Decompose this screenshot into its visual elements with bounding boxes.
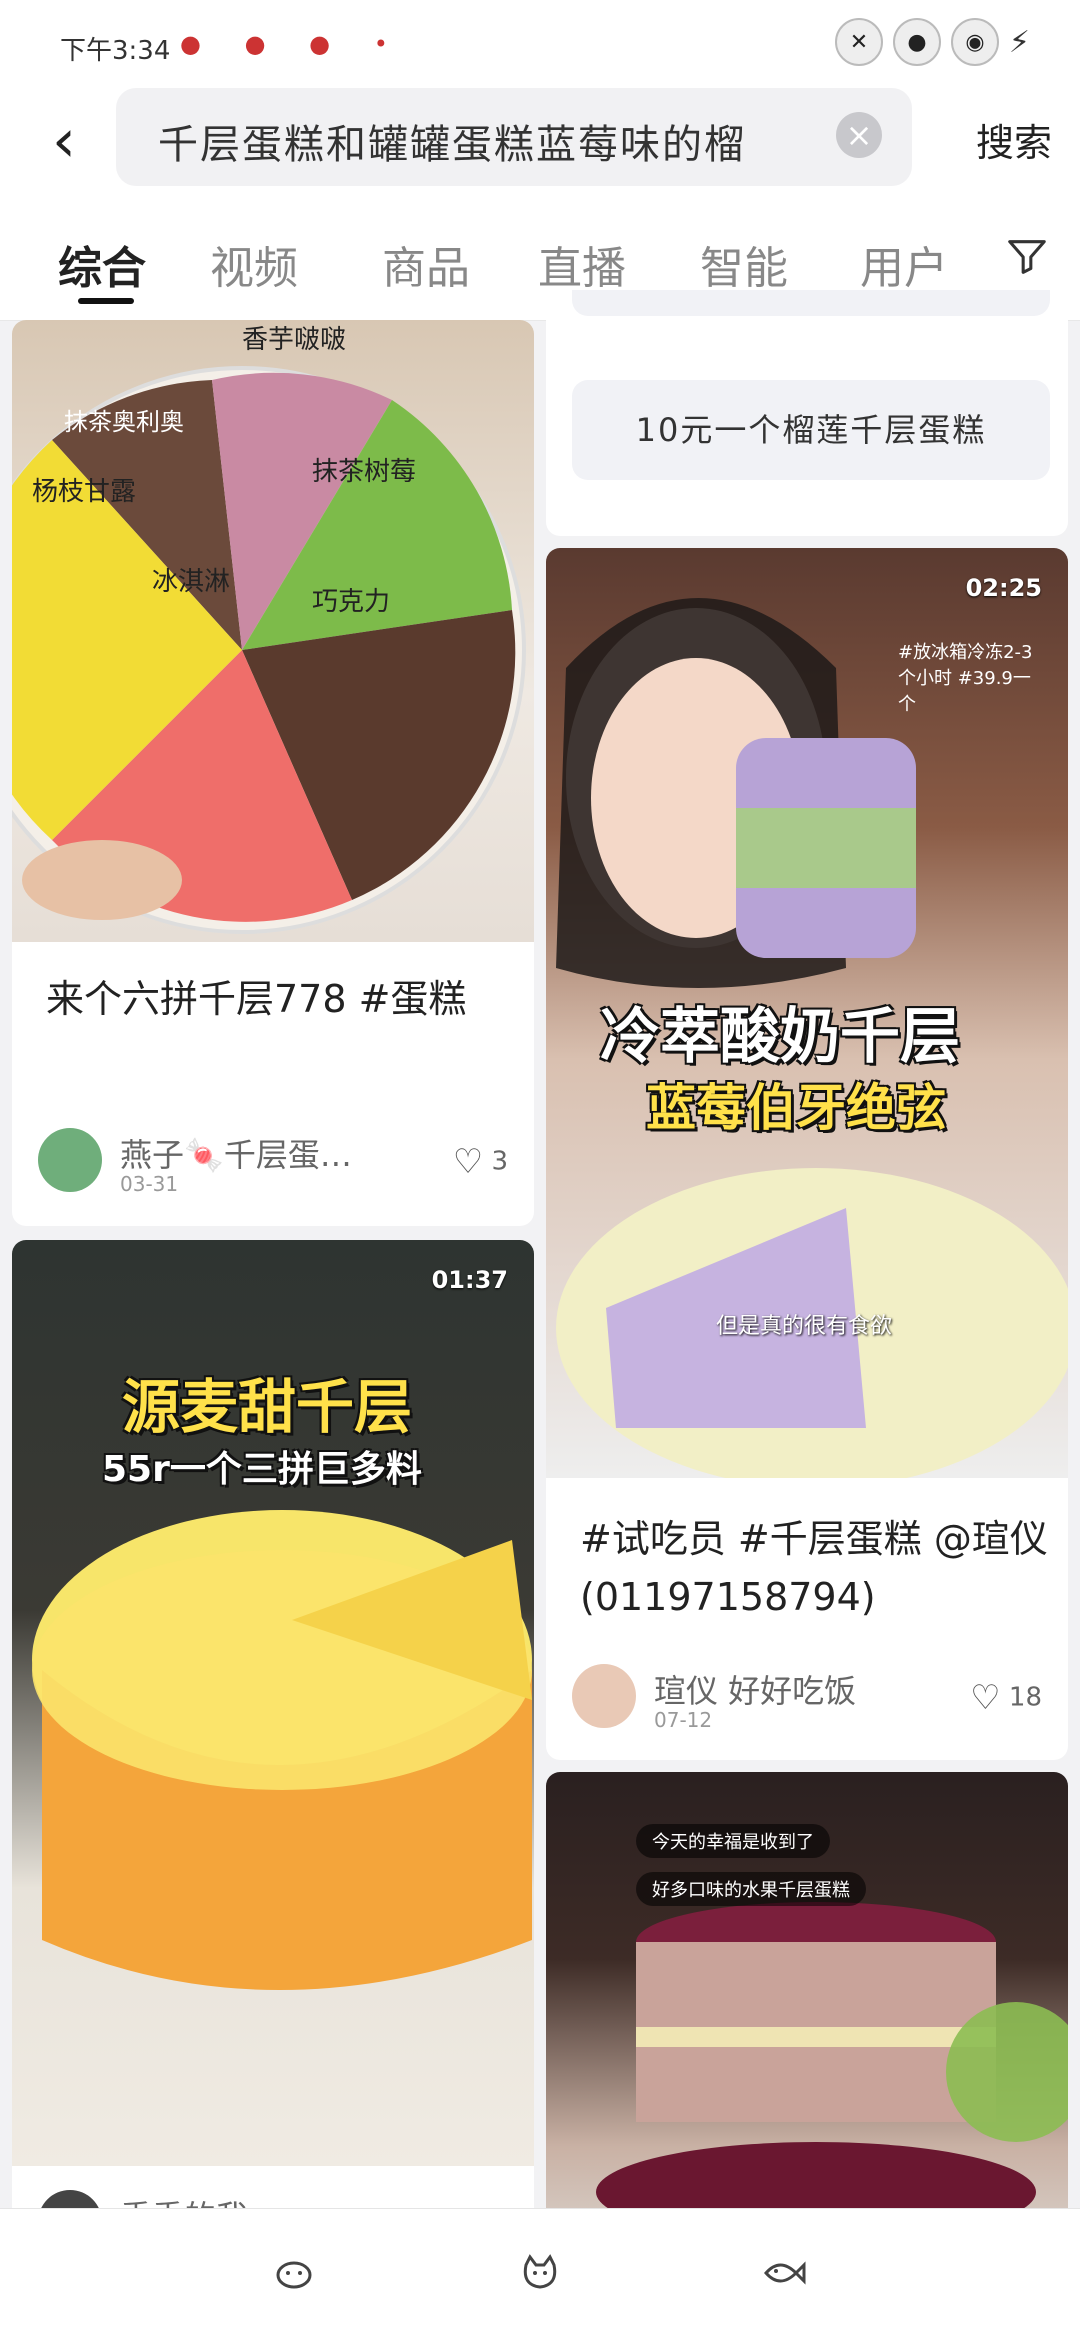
bottom-navigation <box>0 2208 1080 2341</box>
video-caption-sub: 蓝莓伯牙绝弦 <box>646 1079 946 1137</box>
result-card-video-durian[interactable]: 01:37 源麦甜千层 55r一个三拼巨多料 乖乖的我 <box>12 1240 534 2240</box>
related-search-item-partial[interactable]: ··· ··· ··· <box>572 290 1050 316</box>
slice-label-icecream: 冰淇淋 <box>152 567 230 597</box>
cat-sticker-icon: ✕ <box>834 18 883 66</box>
post-date: 07-12 <box>654 1708 713 1732</box>
fish-icon[interactable] <box>760 2249 808 2297</box>
filter-icon[interactable] <box>1004 234 1050 280</box>
search-query[interactable]: 千层蛋糕和罐罐蛋糕蓝莓味的榴 <box>158 112 808 170</box>
status-bar: 下午3:34 ● ● ● • ✕ ● ◉ ⚡ <box>0 0 1080 88</box>
video-caption-main: 冷萃酸奶千层 <box>600 1002 960 1072</box>
result-card-video-blueberry[interactable]: 02:25 #放冰箱冷冻2-3个小时 #39.9一个 冷萃酸奶千层 蓝莓伯牙绝弦… <box>546 548 1068 1760</box>
card-title[interactable]: #试吃员 #千层蛋糕 @瑄仪(01197158794) <box>580 1510 1050 1626</box>
video-caption-sub: 55r一个三拼巨多料 <box>102 1449 422 1490</box>
search-input[interactable]: 千层蛋糕和罐罐蛋糕蓝莓味的榴 × <box>116 88 912 186</box>
result-card-cake-six[interactable]: 香芋啵啵 抹茶奥利奥 抹茶树莓 杨枝甘露 冰淇淋 巧克力 来个六拼千层778 #… <box>12 320 534 1226</box>
active-tab-indicator <box>78 298 134 304</box>
search-button[interactable]: 搜索 <box>976 112 1052 167</box>
duck-sticker-icon[interactable] <box>270 2249 318 2297</box>
tab-video[interactable]: 视频 <box>210 232 298 296</box>
tab-smart[interactable]: 智能 <box>700 232 788 296</box>
author-name[interactable]: 燕子🍬千层蛋… <box>120 1130 352 1176</box>
like-button[interactable]: ♡ 18 <box>970 1678 1042 1718</box>
status-right-icons: ✕ ● ◉ ⚡ <box>834 18 1030 66</box>
status-time: 下午3:34 <box>60 36 171 66</box>
video-caption-main: 源麦甜千层 <box>122 1373 413 1441</box>
clear-icon[interactable]: × <box>836 112 882 158</box>
heart-icon: ♡ <box>452 1142 484 1182</box>
tab-users[interactable]: 用户 <box>860 232 948 296</box>
video-duration: 02:25 <box>965 574 1042 602</box>
slice-label-mango: 杨枝甘露 <box>32 477 136 507</box>
cat-sticker-icon-2: ● <box>892 18 941 66</box>
cake-thumbnail: 香芋啵啵 抹茶奥利奥 抹茶树莓 杨枝甘露 冰淇淋 巧克力 <box>12 320 534 942</box>
slice-label-chocolate: 巧克力 <box>312 587 390 617</box>
tab-comprehensive[interactable]: 综合 <box>58 232 146 296</box>
related-search-item[interactable]: 10元一个榴莲千层蛋糕 <box>572 380 1050 480</box>
search-header: ‹ 千层蛋糕和罐罐蛋糕蓝莓味的榴 × 搜索 <box>0 88 1080 196</box>
video-overlay-tag: #放冰箱冷冻2-3个小时 #39.9一个 <box>898 642 1033 715</box>
card-title[interactable]: 来个六拼千层778 #蛋糕 <box>46 970 506 1028</box>
card-meta: 瑄仪 好好吃饭 07-12 ♡ 18 <box>572 1664 1042 1734</box>
cake-thumbnail: 今天的幸福是收到了 好多口味的水果千层蛋糕 <box>546 1772 1068 2240</box>
video-thumbnail: 02:25 #放冰箱冷冻2-3个小时 #39.9一个 冷萃酸奶千层 蓝莓伯牙绝弦… <box>546 548 1068 1478</box>
tab-live[interactable]: 直播 <box>538 232 626 296</box>
back-icon[interactable]: ‹ <box>34 106 94 176</box>
related-search-card: ··· ··· ··· 10元一个榴莲千层蛋糕 <box>546 290 1068 536</box>
card-meta: 燕子🍬千层蛋… 03-31 ♡ 3 <box>38 1128 508 1198</box>
tab-products[interactable]: 商品 <box>382 232 470 296</box>
result-card-fruit-cake[interactable]: 今天的幸福是收到了 好多口味的水果千层蛋糕 <box>546 1772 1068 2240</box>
avatar[interactable] <box>38 1128 102 1192</box>
like-count: 3 <box>491 1146 508 1177</box>
post-date: 03-31 <box>120 1172 179 1196</box>
slice-label-matcha-oreo: 抹茶奥利奥 <box>64 408 184 436</box>
slice-label-matcha-berry: 抹茶树莓 <box>312 457 416 487</box>
fish-sticker-icon: ◉ <box>950 18 999 66</box>
video-caption-small: 但是真的很有食欲 <box>716 1314 893 1339</box>
overlay-chip: 好多口味的水果千层蛋糕 <box>636 1872 866 1906</box>
avatar[interactable] <box>572 1664 636 1728</box>
video-thumbnail: 01:37 源麦甜千层 55r一个三拼巨多料 <box>12 1240 534 2166</box>
like-count: 18 <box>1008 1682 1042 1713</box>
six-flavor-cake-image: 香芋啵啵 抹茶奥利奥 抹茶树莓 杨枝甘露 冰淇淋 巧克力 <box>12 325 526 934</box>
overlay-chip: 今天的幸福是收到了 <box>636 1824 830 1858</box>
author-name[interactable]: 瑄仪 好好吃饭 <box>654 1666 856 1712</box>
like-button[interactable]: ♡ 3 <box>453 1142 508 1182</box>
video-duration: 01:37 <box>431 1266 508 1294</box>
heart-icon: ♡ <box>970 1678 1001 1718</box>
notification-icons: ● ● ● • <box>180 30 406 58</box>
slice-label-taro: 香芋啵啵 <box>242 325 346 355</box>
charging-icon: ⚡ <box>1008 24 1030 60</box>
cat-face-icon[interactable] <box>516 2249 564 2297</box>
